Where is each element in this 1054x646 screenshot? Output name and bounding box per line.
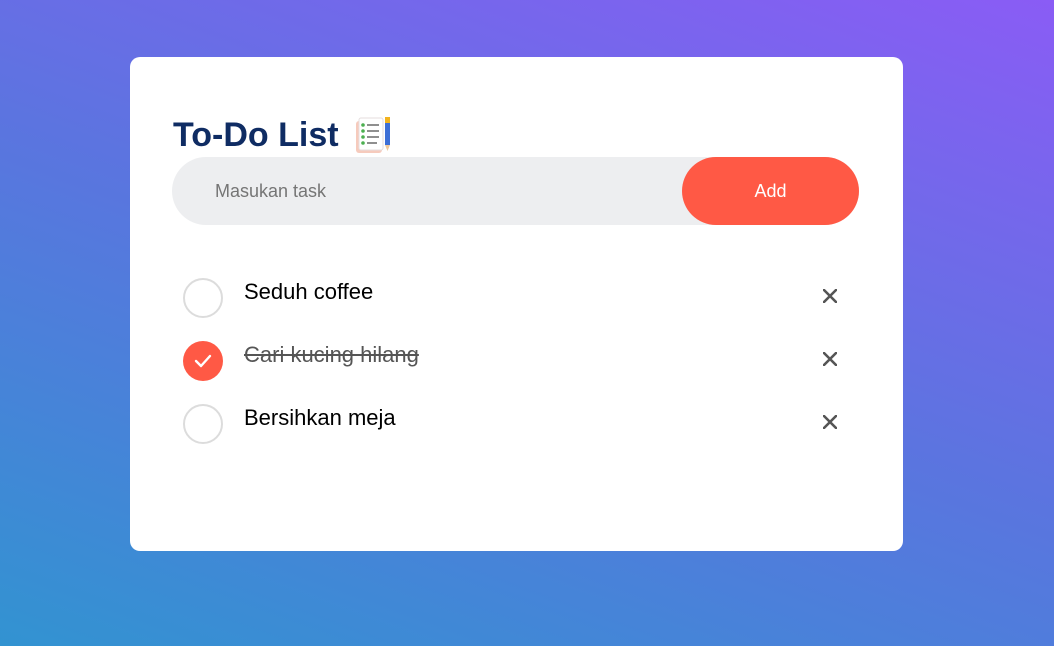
task-list: Seduh coffee Cari kucing hilang Bersihka…: [183, 272, 843, 461]
notepad-checklist-icon: [355, 117, 390, 153]
task-input-row: Add: [172, 157, 859, 225]
task-text[interactable]: Bersihkan meja: [244, 405, 396, 431]
task-input[interactable]: [172, 157, 672, 225]
close-icon[interactable]: [816, 282, 844, 310]
task-checkbox[interactable]: [183, 404, 223, 444]
task-checkbox[interactable]: [183, 278, 223, 318]
header: To-Do List: [173, 113, 393, 157]
add-button[interactable]: Add: [682, 157, 859, 225]
task-item: Seduh coffee: [183, 272, 843, 335]
checkmark-icon: [194, 354, 212, 368]
task-item: Bersihkan meja: [183, 398, 843, 461]
close-icon[interactable]: [816, 408, 844, 436]
task-text[interactable]: Seduh coffee: [244, 279, 373, 305]
close-icon[interactable]: [816, 345, 844, 373]
task-item: Cari kucing hilang: [183, 335, 843, 398]
task-text[interactable]: Cari kucing hilang: [244, 342, 419, 368]
task-checkbox[interactable]: [183, 341, 223, 381]
todo-card: To-Do List Add Seduh coffee: [130, 57, 903, 551]
page-title: To-Do List: [173, 116, 339, 154]
